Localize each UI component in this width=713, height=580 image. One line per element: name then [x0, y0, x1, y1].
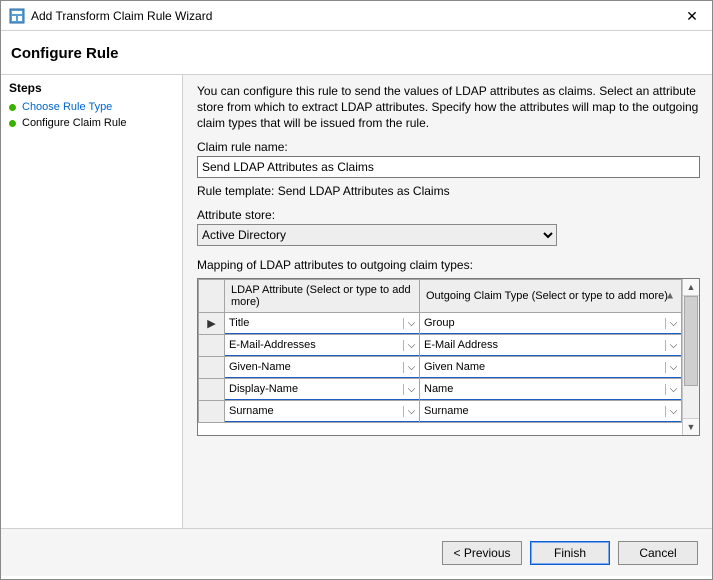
- cell-text: E-Mail Address: [420, 339, 665, 351]
- row-marker[interactable]: [199, 334, 225, 356]
- claim-rule-name-input[interactable]: [197, 156, 700, 178]
- scroll-down-icon[interactable]: ▼: [683, 418, 699, 435]
- chevron-down-icon[interactable]: ⌵: [665, 340, 681, 351]
- step-label: Configure Claim Rule: [22, 117, 127, 129]
- chevron-down-icon[interactable]: ⌵: [665, 362, 681, 373]
- ldap-attribute-cell[interactable]: Title⌵: [224, 312, 420, 334]
- mapping-grid: LDAP Attribute (Select or type to add mo…: [197, 278, 700, 436]
- cell-text: Given-Name: [225, 361, 403, 373]
- cell-text: Title: [225, 317, 403, 329]
- button-bar: < Previous Finish Cancel: [1, 528, 712, 576]
- finish-button[interactable]: Finish: [530, 541, 610, 565]
- attribute-store-select[interactable]: Active Directory: [197, 224, 557, 246]
- outgoing-claim-cell[interactable]: Surname⌵: [419, 400, 682, 422]
- column-ldap-attribute[interactable]: LDAP Attribute (Select or type to add mo…: [225, 279, 420, 312]
- claim-rule-name-label: Claim rule name:: [197, 140, 700, 154]
- app-icon: [9, 8, 25, 24]
- close-icon[interactable]: ✕: [672, 1, 712, 31]
- chevron-down-icon[interactable]: ⌵: [403, 384, 419, 395]
- cell-text: Name: [420, 383, 665, 395]
- attribute-store-label: Attribute store:: [197, 208, 700, 222]
- chevron-down-icon[interactable]: ⌵: [403, 406, 419, 417]
- step-choose-rule-type[interactable]: Choose Rule Type: [9, 99, 174, 115]
- steps-heading: Steps: [9, 81, 174, 95]
- row-marker[interactable]: [199, 400, 225, 422]
- rule-template-text: Rule template: Send LDAP Attributes as C…: [197, 184, 700, 198]
- row-header-column: [199, 279, 225, 312]
- step-label: Choose Rule Type: [22, 101, 112, 113]
- mapping-label: Mapping of LDAP attributes to outgoing c…: [197, 258, 700, 272]
- chevron-down-icon[interactable]: ⌵: [403, 318, 419, 329]
- sort-asc-icon: ▲: [665, 290, 675, 301]
- outgoing-claim-cell[interactable]: Name⌵: [419, 378, 682, 400]
- chevron-down-icon[interactable]: ⌵: [665, 406, 681, 417]
- page-title: Configure Rule: [1, 31, 712, 75]
- table-row: ▶Title⌵Group⌵: [199, 312, 682, 334]
- step-bullet-icon: [9, 120, 16, 127]
- steps-panel: Steps Choose Rule Type Configure Claim R…: [1, 75, 183, 528]
- cell-text: Group: [420, 317, 665, 329]
- cell-text: Surname: [420, 405, 665, 417]
- table-row: Display-Name⌵Name⌵: [199, 378, 682, 400]
- row-marker[interactable]: ▶: [199, 312, 225, 334]
- step-configure-claim-rule[interactable]: Configure Claim Rule: [9, 115, 174, 131]
- titlebar: Add Transform Claim Rule Wizard ✕: [1, 1, 712, 31]
- chevron-down-icon[interactable]: ⌵: [665, 384, 681, 395]
- cancel-button[interactable]: Cancel: [618, 541, 698, 565]
- chevron-down-icon[interactable]: ⌵: [665, 318, 681, 329]
- cell-text: Given Name: [420, 361, 665, 373]
- content-panel: You can configure this rule to send the …: [183, 75, 712, 528]
- row-marker[interactable]: [199, 356, 225, 378]
- ldap-attribute-cell[interactable]: Display-Name⌵: [224, 378, 420, 400]
- ldap-attribute-cell[interactable]: E-Mail-Addresses⌵: [224, 334, 420, 356]
- cell-text: Display-Name: [225, 383, 403, 395]
- scroll-track[interactable]: [683, 296, 699, 418]
- chevron-down-icon[interactable]: ⌵: [403, 362, 419, 373]
- scroll-up-icon[interactable]: ▲: [683, 279, 699, 296]
- table-row: E-Mail-Addresses⌵E-Mail Address⌵: [199, 334, 682, 356]
- window-title: Add Transform Claim Rule Wizard: [31, 9, 672, 23]
- vertical-scrollbar[interactable]: ▲ ▼: [682, 279, 699, 435]
- previous-button[interactable]: < Previous: [442, 541, 522, 565]
- cell-text: Surname: [225, 405, 403, 417]
- ldap-attribute-cell[interactable]: Surname⌵: [224, 400, 420, 422]
- row-marker[interactable]: [199, 378, 225, 400]
- column-outgoing-claim-type[interactable]: Outgoing Claim Type (Select or type to a…: [420, 279, 682, 312]
- chevron-down-icon[interactable]: ⌵: [403, 340, 419, 351]
- scroll-thumb[interactable]: [684, 296, 698, 386]
- outgoing-claim-cell[interactable]: Given Name⌵: [419, 356, 682, 378]
- intro-text: You can configure this rule to send the …: [197, 83, 700, 132]
- outgoing-claim-cell[interactable]: Group⌵: [419, 312, 682, 334]
- cell-text: E-Mail-Addresses: [225, 339, 403, 351]
- outgoing-claim-cell[interactable]: E-Mail Address⌵: [419, 334, 682, 356]
- step-bullet-icon: [9, 104, 16, 111]
- table-row: Surname⌵Surname⌵: [199, 400, 682, 422]
- table-row: Given-Name⌵Given Name⌵: [199, 356, 682, 378]
- ldap-attribute-cell[interactable]: Given-Name⌵: [224, 356, 420, 378]
